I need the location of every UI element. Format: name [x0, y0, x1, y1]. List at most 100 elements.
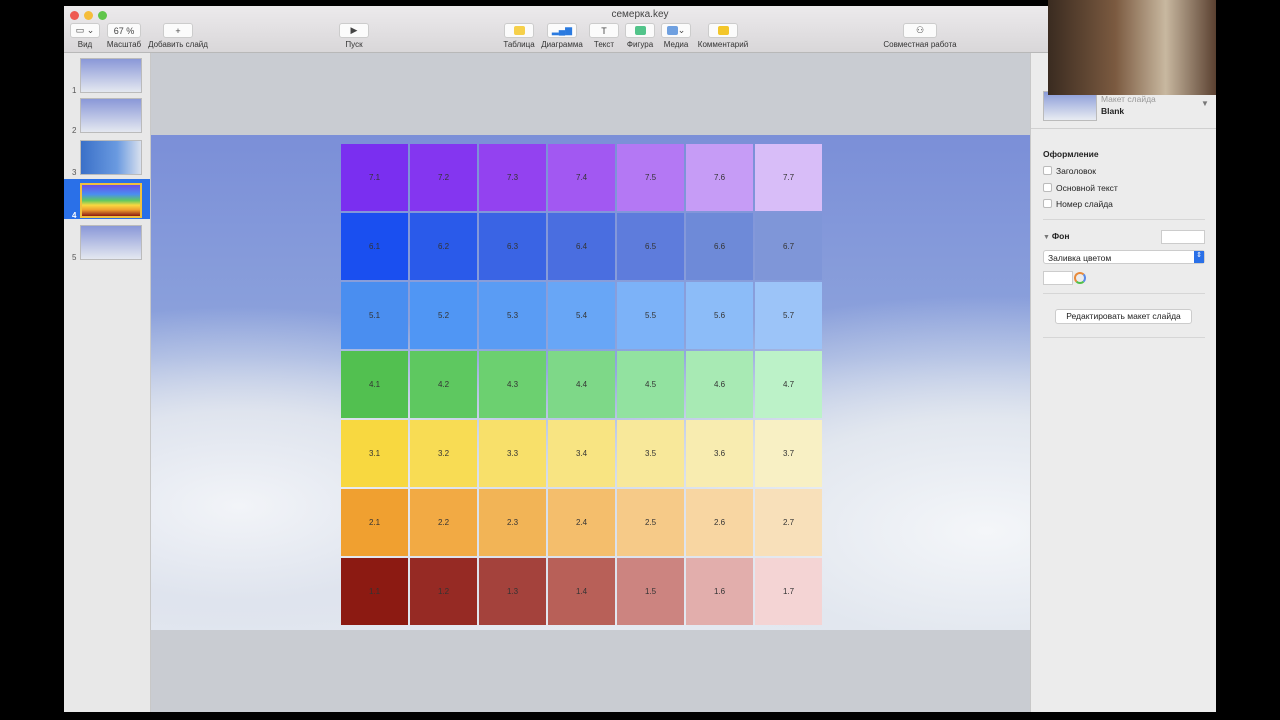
collaborate-label: Совместная работа [883, 40, 957, 49]
chevron-down-icon[interactable]: ▼ [1201, 99, 1209, 108]
color-wheel-icon[interactable] [1074, 272, 1086, 284]
slide-thumbnail[interactable] [80, 225, 142, 260]
title-checkbox[interactable] [1043, 166, 1052, 175]
color-cell[interactable]: 3.3 [479, 420, 546, 487]
color-cell[interactable]: 2.4 [548, 489, 615, 556]
color-cell[interactable]: 1.5 [617, 558, 684, 625]
divider [1043, 293, 1205, 294]
color-cell[interactable]: 6.4 [548, 213, 615, 280]
color-cell[interactable]: 3.2 [410, 420, 477, 487]
color-cell[interactable]: 7.4 [548, 144, 615, 211]
color-cell[interactable]: 3.6 [686, 420, 753, 487]
slide-canvas[interactable]: 7.1 7.2 7.3 7.4 7.5 7.6 7.7 6.1 6.2 6.3 6.4 6.5 6.6 6… [151, 135, 1030, 630]
body-checkbox-label: Основной текст [1056, 183, 1118, 193]
chart-button[interactable]: ▂▄▆ Диаграмма [540, 23, 584, 49]
divider [1043, 337, 1205, 338]
media-icon [666, 26, 678, 35]
color-cell[interactable]: 5.6 [686, 282, 753, 349]
plus-icon: + [163, 23, 193, 38]
color-cell[interactable]: 5.2 [410, 282, 477, 349]
color-cell[interactable]: 5.1 [341, 282, 408, 349]
color-cell[interactable]: 1.1 [341, 558, 408, 625]
slide-thumbnail[interactable] [80, 58, 142, 93]
color-cell[interactable]: 5.7 [755, 282, 822, 349]
edit-layout-button[interactable]: Редактировать макет слайда [1055, 309, 1192, 324]
comment-label: Комментарий [697, 40, 749, 49]
shape-label: Фигура [626, 40, 654, 49]
color-cell[interactable]: 3.7 [755, 420, 822, 487]
color-cell[interactable]: 2.3 [479, 489, 546, 556]
play-button[interactable]: ▶ Пуск [336, 23, 372, 49]
color-cell[interactable]: 2.1 [341, 489, 408, 556]
comment-button[interactable]: Комментарий [696, 23, 750, 49]
window-title: семерка.key [611, 9, 669, 20]
add-slide-button[interactable]: + Добавить слайд [146, 23, 210, 49]
color-cell[interactable]: 5.3 [479, 282, 546, 349]
color-cell[interactable]: 3.4 [548, 420, 615, 487]
color-cell[interactable]: 1.7 [755, 558, 822, 625]
media-button[interactable]: ⌄ Медиа [660, 23, 692, 49]
color-cell[interactable]: 4.1 [341, 351, 408, 418]
shape-icon [634, 26, 646, 35]
slide-thumbnail[interactable] [80, 183, 142, 218]
color-cell[interactable]: 7.7 [755, 144, 822, 211]
text-button[interactable]: T Текст [588, 23, 620, 49]
slide-thumbnail[interactable] [80, 98, 142, 133]
media-label: Медиа [663, 40, 689, 49]
color-cell[interactable]: 7.6 [686, 144, 753, 211]
color-cell[interactable]: 3.5 [617, 420, 684, 487]
color-cell[interactable]: 2.6 [686, 489, 753, 556]
text-icon: T [589, 23, 619, 38]
color-cell[interactable]: 6.1 [341, 213, 408, 280]
text-label: Текст [593, 40, 615, 49]
color-cell[interactable]: 6.6 [686, 213, 753, 280]
color-cell[interactable]: 2.5 [617, 489, 684, 556]
color-cell[interactable]: 4.7 [755, 351, 822, 418]
color-cell[interactable]: 2.2 [410, 489, 477, 556]
color-cell[interactable]: 1.2 [410, 558, 477, 625]
color-cell[interactable]: 7.1 [341, 144, 408, 211]
table-button[interactable]: Таблица [502, 23, 536, 49]
color-cell[interactable]: 7.2 [410, 144, 477, 211]
color-cell[interactable]: 4.3 [479, 351, 546, 418]
color-cell[interactable]: 6.2 [410, 213, 477, 280]
zoom-select[interactable]: 67 % Масштаб [106, 23, 142, 49]
color-cell[interactable]: 4.4 [548, 351, 615, 418]
color-cell[interactable]: 6.7 [755, 213, 822, 280]
color-cell[interactable]: 4.5 [617, 351, 684, 418]
layout-value[interactable]: Blank [1101, 106, 1124, 116]
layout-thumbnail[interactable] [1043, 91, 1097, 121]
view-button[interactable]: ▭ ⌄ Вид [70, 23, 100, 49]
color-cell[interactable]: 6.3 [479, 213, 546, 280]
color-cell[interactable]: 7.5 [617, 144, 684, 211]
comment-icon [717, 26, 729, 35]
color-cell[interactable]: 1.6 [686, 558, 753, 625]
slide-number: 3 [72, 168, 77, 177]
slide-number-checkbox-label: Номер слайда [1056, 199, 1113, 209]
color-cell[interactable]: 4.2 [410, 351, 477, 418]
color-cell[interactable]: 1.3 [479, 558, 546, 625]
table-icon [513, 26, 525, 35]
slide-number-checkbox[interactable] [1043, 199, 1052, 208]
shape-button[interactable]: Фигура [624, 23, 656, 49]
slide-navigator: 1 2 3 4 5 [64, 53, 151, 712]
disclosure-triangle-icon[interactable]: ▼ [1043, 234, 1052, 241]
fill-type-select[interactable]: Заливка цветом ⇕ [1043, 250, 1205, 264]
color-cell[interactable]: 6.5 [617, 213, 684, 280]
color-cell[interactable]: 4.6 [686, 351, 753, 418]
edit-layout-label: Редактировать макет слайда [1066, 311, 1181, 321]
slide-thumbnail[interactable] [80, 140, 142, 175]
color-cell[interactable]: 1.4 [548, 558, 615, 625]
color-cell[interactable]: 5.4 [548, 282, 615, 349]
background-preset-swatch[interactable] [1161, 230, 1205, 244]
body-checkbox[interactable] [1043, 183, 1052, 192]
appearance-heading: Оформление [1043, 149, 1099, 159]
color-cell[interactable]: 7.3 [479, 144, 546, 211]
zoom-value: 67 % [107, 23, 141, 38]
color-well[interactable] [1043, 271, 1073, 285]
color-cell[interactable]: 2.7 [755, 489, 822, 556]
layout-label: Макет слайда [1101, 94, 1156, 104]
color-cell[interactable]: 5.5 [617, 282, 684, 349]
collaborate-button[interactable]: ⚇ Совместная работа [882, 23, 958, 49]
color-cell[interactable]: 3.1 [341, 420, 408, 487]
